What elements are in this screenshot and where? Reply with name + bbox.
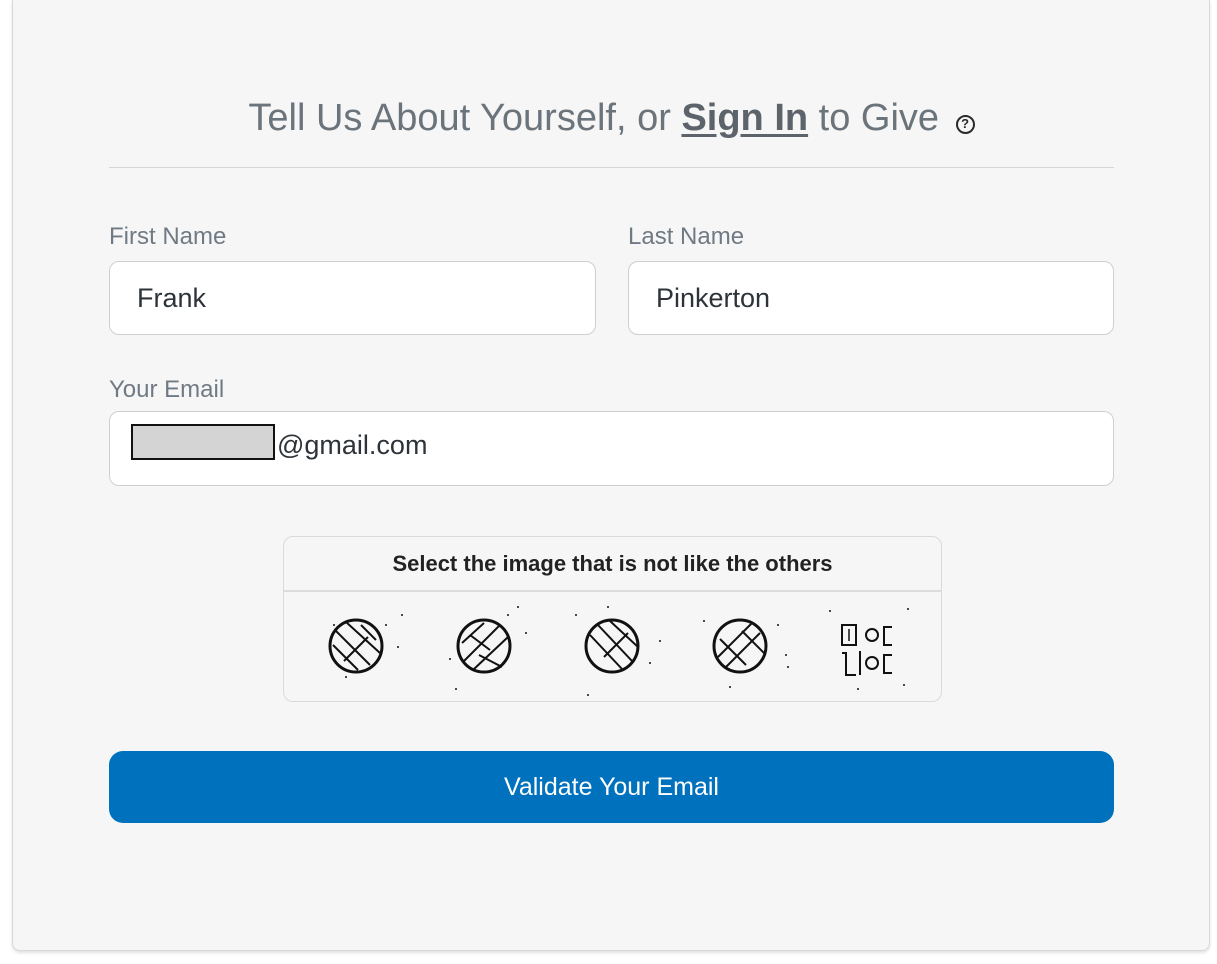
captcha-option-2[interactable] (434, 595, 542, 699)
captcha-divider (284, 590, 941, 592)
volleyball-icon (449, 606, 527, 690)
sign-in-link[interactable]: Sign In (681, 97, 808, 139)
donation-form-card: Tell Us About Yourself, or Sign In to Gi… (12, 0, 1210, 951)
last-name-input[interactable] (628, 261, 1114, 335)
volleyball-icon (328, 614, 403, 678)
captcha-prompt: Select the image that is not like the ot… (392, 551, 833, 576)
volleyball-icon (575, 606, 661, 696)
first-name-label: First Name (109, 223, 227, 250)
toggle-switches-icon (829, 608, 909, 690)
validate-email-button[interactable]: Validate Your Email (109, 751, 1114, 823)
heading-divider (109, 167, 1114, 168)
captcha-option-5[interactable] (818, 595, 926, 699)
email-value: @gmail.com (277, 430, 428, 460)
redaction-box (131, 424, 275, 460)
volleyball-icon (703, 618, 789, 688)
form-heading: Tell Us About Yourself, or Sign In to Gi… (109, 97, 1114, 140)
heading-suffix: to Give (808, 97, 950, 139)
captcha-option-4[interactable] (690, 595, 798, 699)
first-name-input[interactable] (109, 261, 596, 335)
question-circle-icon[interactable]: ? (955, 115, 975, 134)
heading-prefix: Tell Us About Yourself, or (248, 97, 682, 139)
email-input[interactable]: @gmail.com (109, 411, 1114, 486)
email-label: Your Email (109, 376, 225, 403)
captcha-widget: Select the image that is not like the ot… (283, 536, 942, 702)
last-name-label: Last Name (628, 223, 745, 250)
captcha-option-1[interactable] (306, 595, 414, 699)
captcha-option-3[interactable] (562, 595, 670, 699)
